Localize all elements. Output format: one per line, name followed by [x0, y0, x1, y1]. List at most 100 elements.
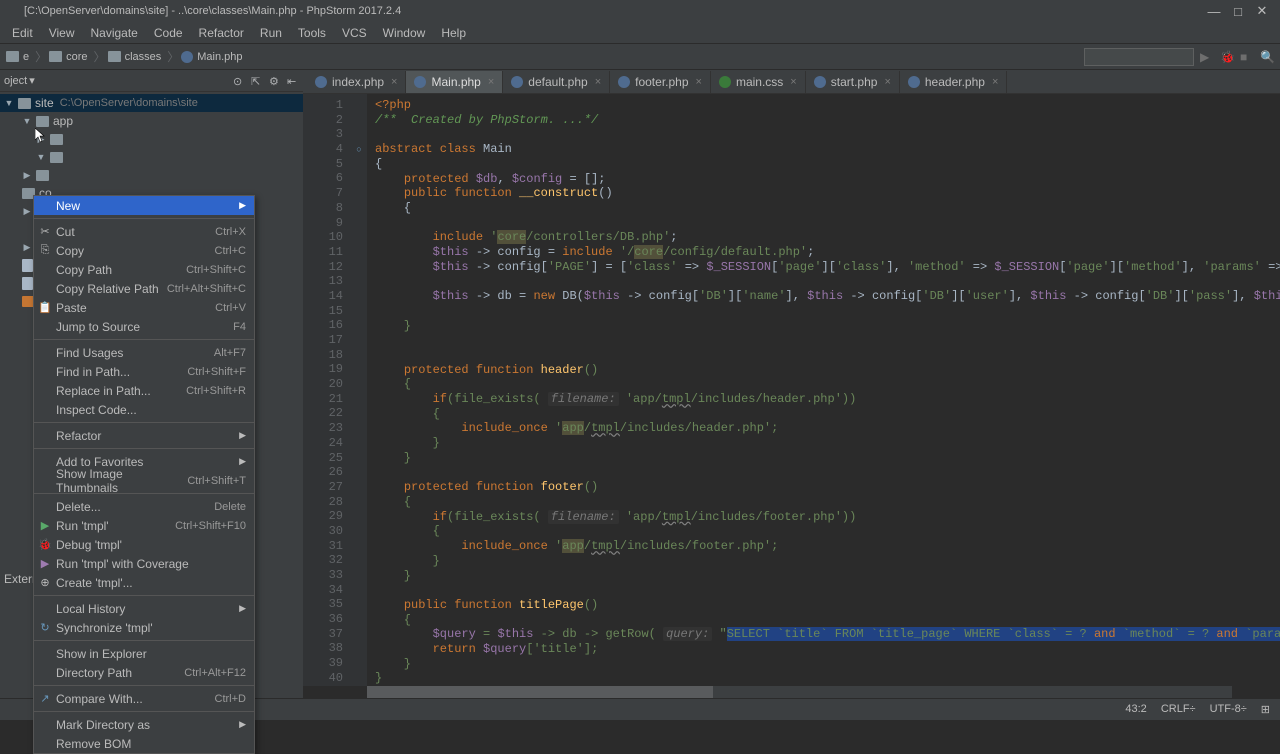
stop-icon[interactable]: ■ [1240, 50, 1254, 64]
context-menu-item[interactable]: Find in Path...Ctrl+Shift+F [34, 362, 254, 381]
project-header-label: oject [4, 75, 27, 87]
context-menu-item[interactable]: Refactor▶ [34, 426, 254, 445]
editor-tabs: index.php×Main.php×default.php×footer.ph… [303, 70, 1280, 94]
close-tab-icon[interactable]: × [992, 76, 998, 88]
menu-edit[interactable]: Edit [4, 24, 41, 42]
file-encoding[interactable]: UTF-8÷ [1210, 703, 1247, 716]
context-menu-item[interactable]: ⊕Create 'tmpl'... [34, 573, 254, 592]
menu-view[interactable]: View [41, 24, 83, 42]
context-menu-item[interactable]: ▶Run 'tmpl' with Coverage [34, 554, 254, 573]
context-menu-item[interactable]: 🐞Debug 'tmpl' [34, 535, 254, 554]
breadcrumb-item[interactable]: classes [108, 51, 162, 63]
run-config-dropdown[interactable] [1084, 48, 1194, 66]
window-titlebar: [C:\OpenServer\domains\site] - ..\core\c… [0, 0, 1280, 22]
menu-item-icon: ↗ [38, 692, 52, 706]
context-menu-item[interactable]: 📋PasteCtrl+V [34, 298, 254, 317]
context-menu-item[interactable]: Mark Directory as▶ [34, 715, 254, 734]
context-menu-item[interactable]: Replace in Path...Ctrl+Shift+R [34, 381, 254, 400]
context-menu-item[interactable]: Copy PathCtrl+Shift+C [34, 260, 254, 279]
context-menu-item[interactable]: Local History▶ [34, 599, 254, 618]
close-tab-icon[interactable]: × [790, 76, 796, 88]
context-menu-item[interactable]: Find UsagesAlt+F7 [34, 343, 254, 362]
file-type-icon [315, 76, 327, 88]
menu-code[interactable]: Code [146, 24, 191, 42]
context-menu-item[interactable]: ↗Compare With...Ctrl+D [34, 689, 254, 708]
horizontal-scrollbar[interactable] [367, 686, 1232, 698]
scroll-to-source-icon[interactable]: ⊙ [233, 75, 245, 87]
context-menu-item[interactable]: New▶ [34, 196, 254, 215]
context-menu-item[interactable]: Jump to SourceF4 [34, 317, 254, 336]
folder-icon [108, 51, 121, 62]
navigation-bar: e〉core〉classes〉Main.php ▶ 🐞 ■ 🔍 [0, 44, 1280, 70]
tree-item[interactable]: ▼app [0, 112, 303, 130]
context-menu-item[interactable]: ↻Synchronize 'tmpl' [34, 618, 254, 637]
collapse-all-icon[interactable]: ⇱ [251, 75, 263, 87]
submenu-arrow-icon: ▶ [239, 719, 246, 730]
context-menu-item[interactable]: Inspect Code... [34, 400, 254, 419]
search-icon[interactable]: 🔍 [1260, 50, 1274, 64]
settings-icon[interactable]: ⚙ [269, 75, 281, 87]
context-menu-item[interactable]: Copy Relative PathCtrl+Alt+Shift+C [34, 279, 254, 298]
context-menu-item[interactable]: ⎘CopyCtrl+C [34, 241, 254, 260]
breadcrumb-item[interactable]: Main.php [181, 51, 242, 63]
context-menu-item[interactable]: Remove BOM [34, 734, 254, 753]
menu-window[interactable]: Window [375, 24, 434, 42]
editor-tab[interactable]: default.php× [503, 71, 610, 93]
menu-item-icon: ✂ [38, 225, 52, 239]
menu-vcs[interactable]: VCS [334, 24, 375, 42]
editor-tab[interactable]: footer.php× [610, 71, 711, 93]
close-button[interactable]: ✕ [1250, 3, 1274, 19]
menu-refactor[interactable]: Refactor [191, 24, 252, 42]
code-editor[interactable]: <?php /** Created by PhpStorm. ...*/ abs… [367, 94, 1280, 686]
menu-help[interactable]: Help [433, 24, 474, 42]
minimize-button[interactable]: — [1202, 4, 1226, 19]
context-menu-item[interactable]: ▶Run 'tmpl'Ctrl+Shift+F10 [34, 516, 254, 535]
submenu-arrow-icon: ▶ [239, 603, 246, 614]
editor-tab[interactable]: header.php× [900, 71, 1008, 93]
folder-icon [50, 134, 63, 145]
file-type-icon [618, 76, 630, 88]
menu-run[interactable]: Run [252, 24, 290, 42]
folder-icon [22, 277, 33, 290]
context-menu-item[interactable]: Show in Explorer [34, 644, 254, 663]
context-menu-item[interactable]: Delete...Delete [34, 497, 254, 516]
run-icon[interactable]: ▶ [1200, 50, 1214, 64]
php-icon [181, 51, 193, 63]
context-menu-item[interactable]: ✂CutCtrl+X [34, 222, 254, 241]
menu-navigate[interactable]: Navigate [82, 24, 145, 42]
insert-indicator[interactable]: ⊞ [1261, 703, 1270, 716]
tree-item[interactable]: ▶ [0, 166, 303, 184]
line-separator[interactable]: CRLF÷ [1161, 703, 1196, 716]
debug-icon[interactable]: 🐞 [1220, 50, 1234, 64]
folder-icon [50, 152, 63, 163]
close-tab-icon[interactable]: × [488, 76, 494, 88]
context-menu: New▶ ✂CutCtrl+X⎘CopyCtrl+CCopy PathCtrl+S… [33, 195, 255, 754]
app-icon [6, 4, 20, 18]
editor-area: index.php×Main.php×default.php×footer.ph… [303, 70, 1280, 698]
menu-tools[interactable]: Tools [290, 24, 334, 42]
folder-icon [36, 116, 49, 127]
folder-icon [18, 98, 31, 109]
maximize-button[interactable]: □ [1226, 4, 1250, 19]
close-tab-icon[interactable]: × [595, 76, 601, 88]
close-tab-icon[interactable]: × [884, 76, 890, 88]
editor-tab[interactable]: start.php× [806, 71, 900, 93]
close-tab-icon[interactable]: × [391, 76, 397, 88]
context-menu-item[interactable]: Directory PathCtrl+Alt+F12 [34, 663, 254, 682]
tree-item[interactable]: ▼ [0, 148, 303, 166]
close-tab-icon[interactable]: × [696, 76, 702, 88]
breadcrumb-item[interactable]: e [6, 51, 29, 63]
editor-tab[interactable]: main.css× [711, 71, 806, 93]
editor-tab[interactable]: Main.php× [406, 71, 503, 93]
breadcrumb-item[interactable]: core [49, 51, 87, 63]
menu-item-icon: 📋 [38, 301, 52, 315]
project-view-dropdown[interactable]: ▾ [29, 74, 35, 87]
submenu-arrow-icon: ▶ [239, 430, 246, 441]
editor-tab[interactable]: index.php× [307, 71, 406, 93]
menu-item-icon: ⎘ [38, 244, 52, 258]
context-menu-item[interactable]: Show Image ThumbnailsCtrl+Shift+T [34, 471, 254, 490]
hide-icon[interactable]: ⇤ [287, 75, 299, 87]
tree-item[interactable]: ▶ [0, 130, 303, 148]
caret-position[interactable]: 43:2 [1125, 703, 1146, 716]
tree-root[interactable]: ▼ site C:\OpenServer\domains\site [0, 94, 303, 112]
